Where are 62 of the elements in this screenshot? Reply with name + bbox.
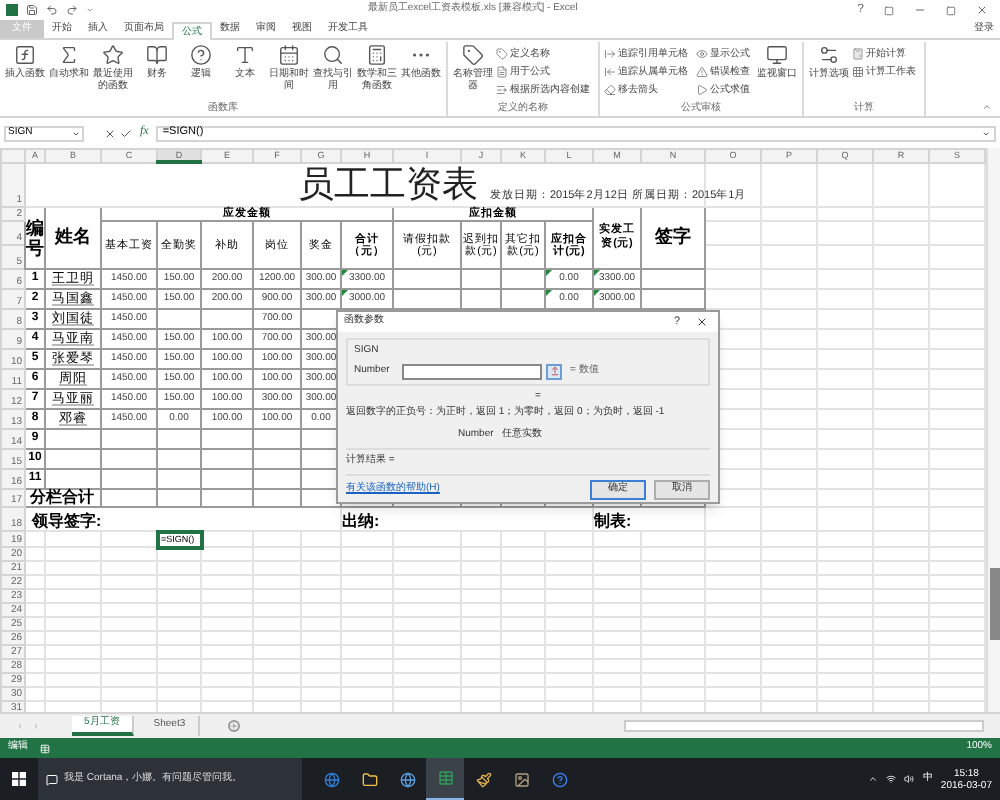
- spreadsheet-icon: [437, 770, 453, 786]
- argument-input[interactable]: [402, 363, 542, 379]
- excel-logo-icon: [6, 4, 18, 16]
- eraser-icon: [604, 83, 616, 95]
- paint-icon: [475, 771, 491, 787]
- tag-icon: [496, 47, 508, 59]
- save-icon[interactable]: [26, 4, 38, 16]
- eye-icon: [696, 47, 708, 59]
- maximize-icon[interactable]: [946, 5, 956, 15]
- scrollbar-thumb[interactable]: [990, 568, 1000, 640]
- sigma-icon: [58, 44, 80, 66]
- table-cell: 出纳:: [342, 512, 380, 530]
- calculator-icon: [852, 47, 864, 59]
- horizontal-scrollbar[interactable]: [624, 720, 984, 732]
- table-cell: 签字: [655, 225, 691, 245]
- cancel-icon[interactable]: [104, 127, 116, 139]
- collapse-dialog-button[interactable]: [546, 363, 562, 379]
- table-cell: 编号: [26, 218, 44, 258]
- function-icon: [14, 44, 36, 66]
- ribbon-display-icon[interactable]: [884, 5, 894, 15]
- add-sheet-icon[interactable]: [227, 720, 240, 732]
- book-icon: [146, 44, 168, 66]
- macro-record-icon[interactable]: [40, 743, 50, 753]
- search-icon: [322, 44, 344, 66]
- tag-icon: [462, 44, 484, 66]
- arrow-icon: [604, 47, 616, 59]
- list-icon: [496, 83, 508, 95]
- question-icon: [551, 771, 567, 787]
- image-icon: [513, 771, 529, 787]
- arrow-icon: [604, 65, 616, 77]
- close-icon[interactable]: [976, 4, 988, 16]
- text-icon: [234, 44, 256, 66]
- monitor-icon: [766, 44, 788, 66]
- windows-start-icon[interactable]: [12, 772, 26, 786]
- question-icon: [190, 44, 212, 66]
- browser-icon: [323, 771, 339, 787]
- grid-icon: [852, 65, 864, 77]
- globe-icon: [399, 771, 415, 787]
- settings-icon: [818, 44, 840, 66]
- network-icon[interactable]: [886, 774, 897, 784]
- table-cell: 分栏合计: [30, 488, 94, 506]
- enter-icon[interactable]: [120, 127, 132, 139]
- tray-expand-icon[interactable]: [868, 774, 879, 784]
- folder-icon: [361, 771, 377, 787]
- calculator-icon: [366, 44, 388, 66]
- arrow-icon: [549, 366, 559, 376]
- table-cell: 姓名: [55, 225, 91, 245]
- close-icon[interactable]: [696, 316, 708, 328]
- taskbar-app[interactable]: [426, 758, 464, 800]
- calendar-icon: [278, 44, 300, 66]
- sheet-title: 员工工资表: [298, 164, 478, 204]
- table-cell: 制表:: [594, 512, 632, 530]
- star-icon: [102, 44, 124, 66]
- collapse-ribbon-icon[interactable]: [982, 102, 992, 112]
- table-cell: 领导签字:: [32, 511, 102, 529]
- vertical-scrollbar[interactable]: [986, 148, 1000, 712]
- redo-icon[interactable]: [66, 4, 78, 16]
- volume-icon[interactable]: [904, 774, 915, 784]
- warning-icon: [696, 65, 708, 77]
- document-icon: [496, 65, 508, 77]
- play-icon: [696, 83, 708, 95]
- undo-icon[interactable]: [46, 4, 58, 16]
